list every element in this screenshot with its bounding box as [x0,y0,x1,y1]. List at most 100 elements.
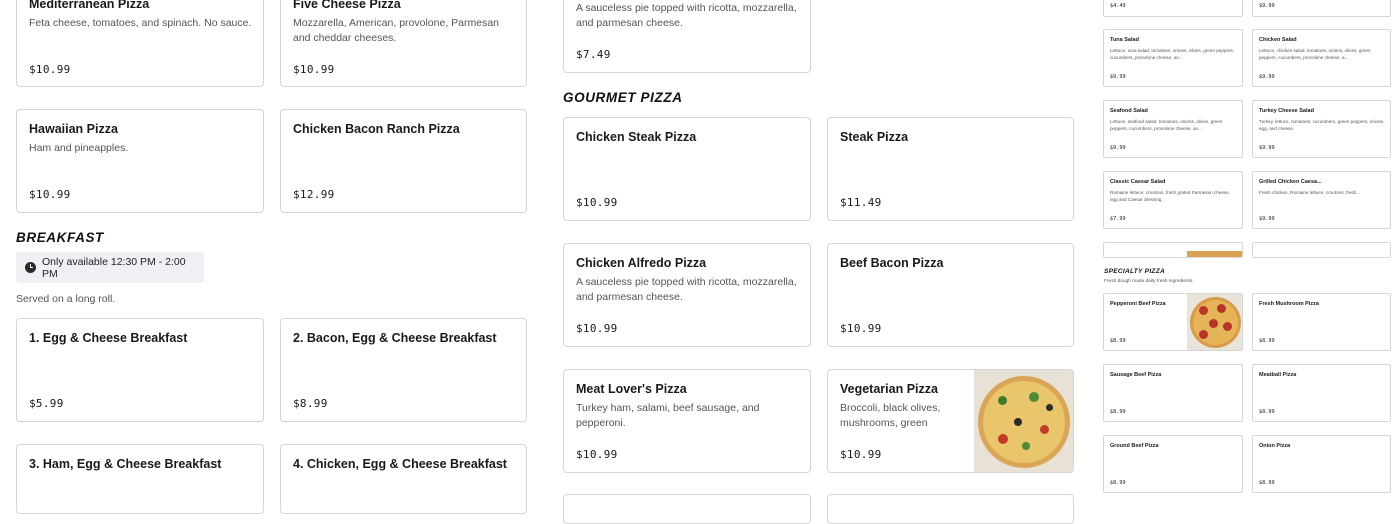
menu-item-title: Chicken Steak Pizza [576,130,697,144]
mini-menu-description: Turkey, lettuce, tomatoes, cucumbers, gr… [1259,119,1385,131]
mini-menu-card[interactable]: Tuna Salad Lettuce, tuna salad, tomatoes… [1103,29,1243,87]
mini-menu-card[interactable]: Chicken Salad Lettuce, chicken salad, to… [1252,29,1391,87]
mini-menu-title: Pepperoni Beef Pizza [1110,301,1166,307]
menu-item-card[interactable]: Beef Bacon Pizza $10.99 [827,243,1074,347]
mini-menu-price: $8.99 [1110,409,1126,415]
mini-menu-price: $9.99 [1110,145,1126,151]
menu-item-description: Ham and pineapples. [29,142,129,154]
menu-item-title: Mediterranean Pizza [29,0,150,11]
mini-menu-price: $8.99 [1110,480,1126,486]
pizza-image [1187,251,1242,257]
menu-item-description: Turkey ham, salami, beef sausage, and pe… [576,402,760,429]
mini-menu-card[interactable]: Fresh Mushroom Pizza $8.99 [1252,293,1391,351]
section-note: Fresh dough made daily fresh ingredients… [1104,279,1194,284]
menu-item-price: $10.99 [576,322,618,335]
menu-item-title: Chicken Bacon Ranch Pizza [293,122,460,136]
menu-item-card[interactable] [563,494,811,524]
menu-item-card[interactable]: Chicken Bacon Ranch Pizza $12.99 [280,109,527,213]
menu-item-description: A sauceless pie topped with ricotta, moz… [576,276,797,303]
mini-menu-card[interactable]: $4.49 [1103,0,1243,17]
mini-menu-title: Classic Caesar Salad [1110,179,1166,185]
menu-item-description: Broccoli, black olives, mushrooms, green… [840,402,941,429]
mini-menu-card[interactable]: $9.99 [1252,0,1391,17]
menu-item-title: 3. Ham, Egg & Cheese Breakfast [29,457,222,471]
mini-menu-title: Chicken Salad [1259,37,1297,43]
menu-item-description: Mozzarella, American, provolone, Parmesa… [293,17,500,44]
mini-menu-description: Lettuce, seafood salad, tomatoes, onions… [1110,119,1223,131]
menu-item-card[interactable]: Steak Pizza $11.49 [827,117,1074,221]
menu-item-title: 4. Chicken, Egg & Cheese Breakfast [293,457,507,471]
menu-item-card[interactable]: A sauceless pie topped with ricotta, moz… [563,0,811,73]
mini-menu-price: $8.99 [1110,338,1126,344]
mini-menu-price: $7.99 [1110,216,1126,222]
mini-menu-title: Seafood Salad [1110,108,1148,114]
menu-item-price: $5.99 [29,397,64,410]
menu-item-price: $10.99 [29,63,71,76]
mini-menu-price: $9.99 [1259,3,1275,9]
availability-badge: Only available 12:30 PM - 2:00 PM [16,252,204,283]
menu-item-title: Vegetarian Pizza [840,382,938,396]
mini-menu-description: Romaine lettuce, croutons, fresh grated … [1110,190,1231,202]
mini-menu-card[interactable]: Seafood Salad Lettuce, seafood salad, to… [1103,100,1243,158]
menu-item-card[interactable]: Vegetarian Pizza Broccoli, black olives,… [827,369,1074,473]
mini-menu-description: Fresh chicken, Romaine lettuce, croutons… [1259,190,1361,195]
mini-menu-card[interactable]: Onion Pizza $8.99 [1252,435,1391,493]
mini-menu-price: $8.99 [1259,480,1275,486]
availability-text: Only available 12:30 PM - 2:00 PM [41,255,186,280]
mini-menu-description: Lettuce, chicken salad, tomatoes, onions… [1259,48,1371,60]
mini-menu-title: Turkey Cheese Salad [1259,108,1314,114]
mini-menu-price: $4.49 [1110,3,1126,9]
menu-item-price: $12.99 [293,188,335,201]
mini-menu-card[interactable]: Classic Caesar Salad Romaine lettuce, cr… [1103,171,1243,229]
mini-menu-title: Fresh Mushroom Pizza [1259,301,1319,307]
menu-item-card[interactable]: Mediterranean Pizza Feta cheese, tomatoe… [16,0,264,87]
menu-item-price: $8.99 [293,397,328,410]
mini-menu-card[interactable]: Ground Beef Pizza $8.99 [1103,435,1243,493]
menu-item-title: Hawaiian Pizza [29,122,118,136]
mini-menu-title: Tuna Salad [1110,37,1139,43]
clock-icon [25,262,36,273]
menu-item-card[interactable]: Meat Lover's Pizza Turkey ham, salami, b… [563,369,811,473]
menu-item-card[interactable]: 4. Chicken, Egg & Cheese Breakfast [280,444,527,514]
menu-item-title: Chicken Alfredo Pizza [576,256,707,270]
mini-menu-price: $9.99 [1259,74,1275,80]
menu-item-card[interactable]: 2. Bacon, Egg & Cheese Breakfast $8.99 [280,318,527,422]
menu-item-description: A sauceless pie topped with ricotta, moz… [576,2,797,29]
menu-item-title: Steak Pizza [840,130,909,144]
section-heading-specialty: SPECIALTY PIZZA [1104,268,1165,275]
menu-item-card[interactable]: Five Cheese Pizza Mozzarella, American, … [280,0,527,87]
section-heading-gourmet: GOURMET PIZZA [563,90,683,105]
mini-menu-card[interactable]: Sausage Beef Pizza $8.99 [1103,364,1243,422]
menu-item-price: $10.99 [29,188,71,201]
menu-item-card[interactable]: Chicken Steak Pizza $10.99 [563,117,811,221]
mini-menu-card[interactable]: Turkey Cheese Salad Turkey, lettuce, tom… [1252,100,1391,158]
mini-menu-card[interactable] [1252,242,1391,258]
menu-item-card[interactable]: 3. Ham, Egg & Cheese Breakfast [16,444,264,514]
section-note: Served on a long roll. [16,293,116,305]
menu-item-price: $10.99 [840,448,882,461]
section-heading-breakfast: BREAKFAST [16,230,104,245]
mini-menu-price: $9.99 [1259,216,1275,222]
menu-item-price: $10.99 [840,322,882,335]
mini-menu-title: Meatball Pizza [1259,372,1297,378]
mini-menu-card[interactable] [1103,242,1243,258]
menu-item-card[interactable]: Hawaiian Pizza Ham and pineapples. $10.9… [16,109,264,213]
mini-menu-price: $9.99 [1259,145,1275,151]
pizza-image [974,370,1073,472]
mini-menu-price: $8.99 [1259,338,1275,344]
menu-item-title: Beef Bacon Pizza [840,256,944,270]
mini-menu-card[interactable]: Pepperoni Beef Pizza $8.99 [1103,293,1243,351]
mini-menu-title: Onion Pizza [1259,443,1291,449]
menu-item-title: 1. Egg & Cheese Breakfast [29,331,188,345]
mini-menu-card[interactable]: Meatball Pizza $8.99 [1252,364,1391,422]
mini-menu-title: Ground Beef Pizza [1110,443,1159,449]
menu-item-price: $7.49 [576,48,611,61]
pepperoni-pizza-image [1187,294,1242,350]
menu-item-card[interactable] [827,494,1074,524]
menu-item-card[interactable]: Chicken Alfredo Pizza A sauceless pie to… [563,243,811,347]
menu-item-title: 2. Bacon, Egg & Cheese Breakfast [293,331,497,345]
mini-menu-description: Lettuce, tuna salad, tomatoes, onions, o… [1110,48,1235,60]
mini-menu-title: Sausage Beef Pizza [1110,372,1162,378]
mini-menu-card[interactable]: Grilled Chicken Caesa... Fresh chicken, … [1252,171,1391,229]
menu-item-card[interactable]: 1. Egg & Cheese Breakfast $5.99 [16,318,264,422]
